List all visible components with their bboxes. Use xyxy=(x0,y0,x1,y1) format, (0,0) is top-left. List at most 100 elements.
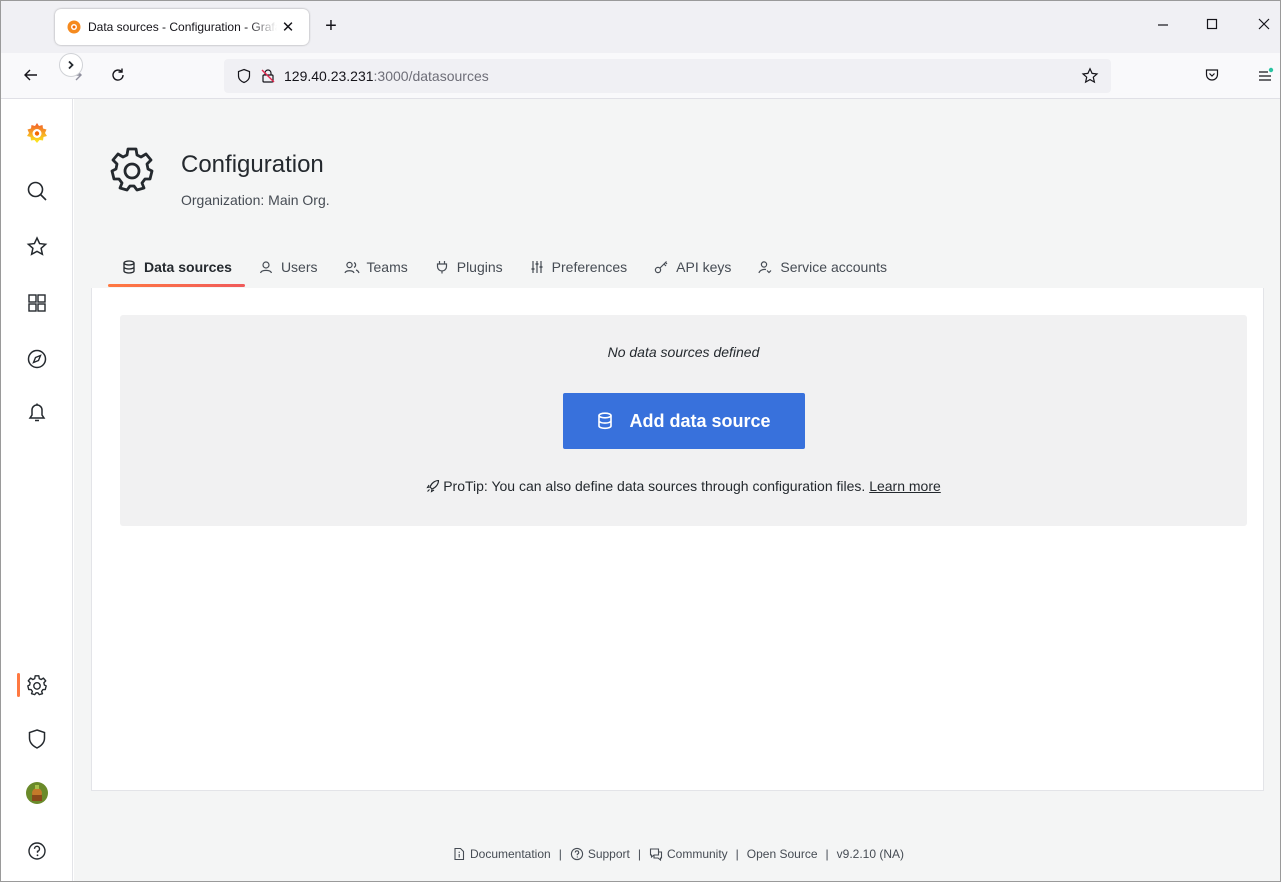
add-data-source-label: Add data source xyxy=(629,410,771,431)
documentation-link[interactable]: Documentation xyxy=(452,847,551,861)
maximize-window-button[interactable] xyxy=(1202,17,1222,34)
learn-more-link[interactable]: Learn more xyxy=(869,478,941,494)
tab-teams[interactable]: Teams xyxy=(331,249,421,285)
cog-icon xyxy=(27,675,47,696)
pocket-icon xyxy=(1205,69,1219,81)
browser-tab[interactable]: Data sources - Configuration - Grafana ✕ xyxy=(55,9,309,45)
documentation-label: Documentation xyxy=(469,847,551,861)
insecure-lock-icon[interactable] xyxy=(260,68,276,84)
close-window-button[interactable] xyxy=(1254,17,1274,34)
starred-button[interactable] xyxy=(23,233,51,261)
explore-button[interactable] xyxy=(23,345,51,373)
browser-tab-title: Data sources - Configuration - Grafana xyxy=(88,20,277,34)
tab-label: Teams xyxy=(366,259,408,275)
configuration-cog-icon xyxy=(110,147,154,192)
browser-tab-bar: Data sources - Configuration - Grafana ✕… xyxy=(1,1,1280,53)
browser-nav-bar: 129.40.23.231:3000/datasources xyxy=(1,53,1280,99)
bookmark-star-icon[interactable] xyxy=(1081,67,1099,85)
arrow-left-icon xyxy=(24,69,37,81)
help-icon xyxy=(28,842,46,860)
config-tabs: Data sources Users Teams Plugins Prefere… xyxy=(108,249,900,289)
server-admin-button[interactable] xyxy=(23,725,51,753)
empty-state-box: No data sources defined Add data source … xyxy=(120,315,1247,526)
footer: Documentation | Support | Community | Op… xyxy=(74,847,1280,861)
minimize-window-button[interactable] xyxy=(1153,17,1173,34)
alerting-button[interactable] xyxy=(23,399,51,427)
search-button[interactable] xyxy=(23,177,51,205)
reload-button[interactable] xyxy=(106,63,130,87)
comments-icon xyxy=(649,847,663,861)
close-icon xyxy=(1258,18,1270,30)
url-text[interactable]: 129.40.23.231:3000/datasources xyxy=(284,68,489,84)
user-profile-button[interactable] xyxy=(23,779,51,807)
footer-separator: | xyxy=(637,847,641,861)
grafana-logo-icon xyxy=(27,123,47,143)
tab-label: Users xyxy=(280,259,318,275)
compass-icon xyxy=(27,349,47,369)
grafana-logo-button[interactable] xyxy=(23,119,51,147)
tab-api-keys[interactable]: API keys xyxy=(640,249,744,285)
key-icon xyxy=(653,259,669,275)
url-bar[interactable]: 129.40.23.231:3000/datasources xyxy=(224,59,1111,93)
tab-content-panel: No data sources defined Add data source … xyxy=(91,288,1264,791)
shield-icon xyxy=(237,68,251,84)
tab-label: Plugins xyxy=(456,259,503,275)
user-arrows-icon xyxy=(757,259,773,275)
tab-service-accounts[interactable]: Service accounts xyxy=(744,249,900,285)
dashboards-icon xyxy=(28,294,46,312)
configuration-button[interactable] xyxy=(23,671,51,699)
search-icon xyxy=(27,181,47,201)
community-link[interactable]: Community xyxy=(649,847,728,861)
empty-state-title: No data sources defined xyxy=(607,344,760,360)
reload-icon xyxy=(112,68,124,81)
app-menu-button[interactable] xyxy=(1253,63,1277,87)
tab-data-sources[interactable]: Data sources xyxy=(108,249,245,287)
plug-icon xyxy=(434,259,450,275)
minimize-icon xyxy=(1158,24,1168,26)
sliders-icon xyxy=(529,259,545,275)
protip: ProTip: You can also define data sources… xyxy=(120,478,1247,494)
menu-icon xyxy=(1259,67,1274,81)
page-subtitle: Organization: Main Org. xyxy=(181,192,330,208)
footer-separator: | xyxy=(558,847,562,861)
dashboards-button[interactable] xyxy=(23,289,51,317)
support-link[interactable]: Support xyxy=(570,847,630,861)
grafana-favicon-icon xyxy=(67,20,81,34)
tab-label: Data sources xyxy=(144,259,232,275)
document-info-icon xyxy=(452,847,466,861)
support-label: Support xyxy=(587,847,630,861)
database-icon xyxy=(597,412,615,430)
help-button[interactable] xyxy=(23,837,51,865)
bell-icon xyxy=(28,403,46,422)
avatar xyxy=(26,782,48,804)
side-menu xyxy=(1,99,73,881)
page-title: Configuration xyxy=(181,151,324,178)
footer-separator: | xyxy=(825,847,829,861)
users-icon xyxy=(343,259,360,275)
active-indicator xyxy=(17,673,20,697)
protip-text: ProTip: You can also define data sources… xyxy=(443,478,866,494)
rocket-icon xyxy=(426,479,440,493)
maximize-icon xyxy=(1206,18,1218,30)
shield-icon xyxy=(28,729,46,749)
close-tab-icon[interactable]: ✕ xyxy=(277,16,299,38)
back-button[interactable] xyxy=(19,63,43,87)
question-circle-icon xyxy=(570,847,584,861)
browser-window: Data sources - Configuration - Grafana ✕… xyxy=(0,0,1281,882)
main-content: Configuration Organization: Main Org. Da… xyxy=(74,99,1280,881)
url-path: :3000/datasources xyxy=(373,68,489,84)
tab-users[interactable]: Users xyxy=(245,249,331,285)
footer-separator: | xyxy=(735,847,739,861)
tab-plugins[interactable]: Plugins xyxy=(421,249,516,285)
star-icon xyxy=(26,236,48,256)
database-icon xyxy=(121,259,137,275)
expand-menu-button[interactable] xyxy=(59,53,83,77)
pocket-button[interactable] xyxy=(1200,63,1224,87)
chevron-right-icon xyxy=(68,60,74,70)
open-source-link[interactable]: Open Source xyxy=(747,847,818,861)
tab-preferences[interactable]: Preferences xyxy=(516,249,640,285)
tab-label: Preferences xyxy=(551,259,628,275)
new-tab-button[interactable]: + xyxy=(319,15,343,39)
add-data-source-button[interactable]: Add data source xyxy=(563,393,805,449)
community-label: Community xyxy=(666,847,728,861)
